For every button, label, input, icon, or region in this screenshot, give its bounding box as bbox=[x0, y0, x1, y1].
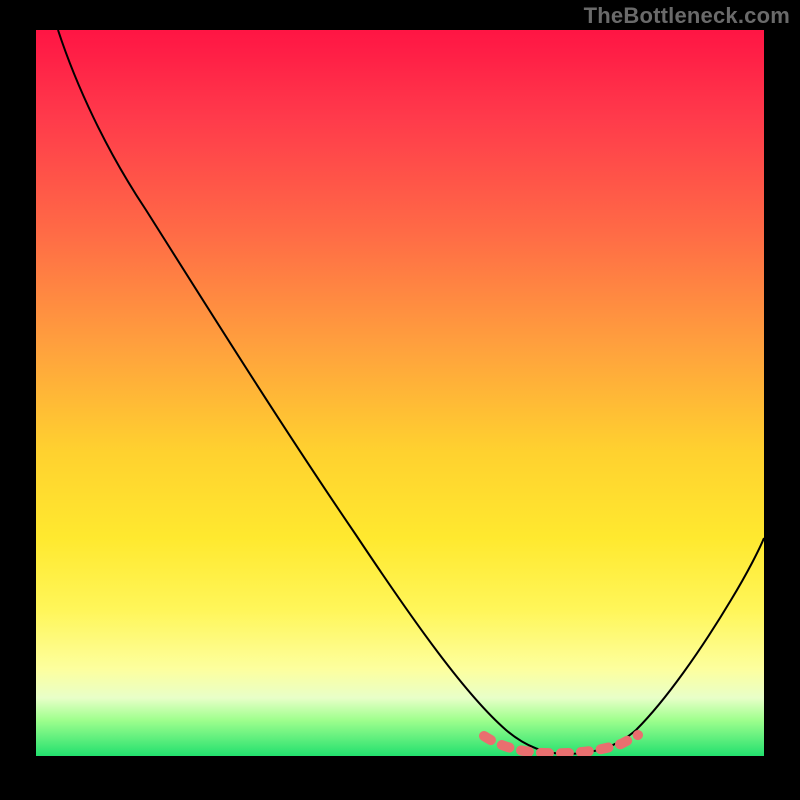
bottleneck-curve bbox=[58, 30, 764, 754]
chart-frame: TheBottleneck.com bbox=[0, 0, 800, 800]
valley-highlight bbox=[484, 735, 638, 753]
watermark-text: TheBottleneck.com bbox=[584, 3, 790, 29]
chart-svg bbox=[36, 30, 764, 756]
plot-gradient-background bbox=[36, 30, 764, 756]
